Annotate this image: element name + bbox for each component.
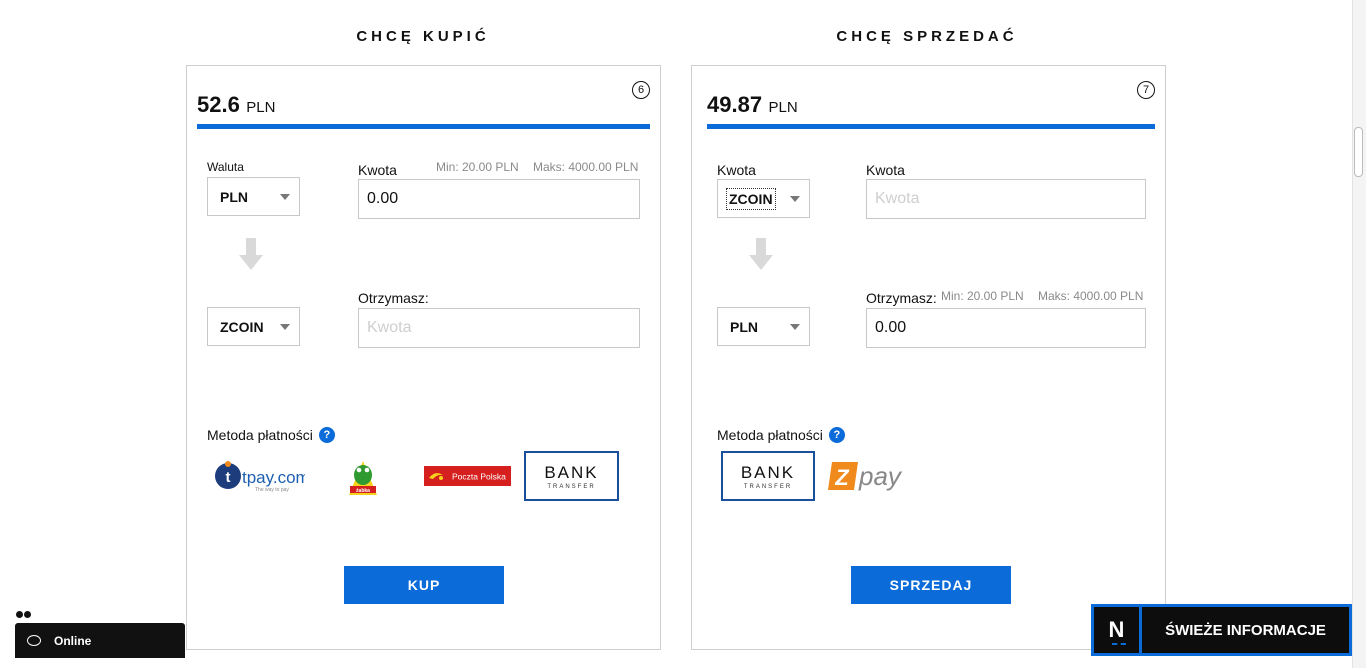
from-currency-value: PLN: [220, 188, 248, 205]
buy-panel: 6 52.6 PLN Waluta Kwota Min: 20.00 PLN M…: [186, 65, 661, 650]
news-label: ŚWIEŻE INFORMACJE: [1165, 621, 1326, 639]
caret-down-icon: [790, 324, 800, 330]
sell-price: 49.87 PLN: [707, 92, 798, 118]
receive-label: Otrzymasz:: [358, 290, 429, 306]
sell-to-currency-value: PLN: [730, 318, 758, 335]
news-logo: N: [1094, 607, 1142, 653]
zabka-text: żabka: [356, 488, 370, 494]
sell-from-currency-select[interactable]: ZCOIN: [717, 179, 810, 218]
buy-title: CHCĘ KUPIĆ: [356, 28, 490, 45]
currency-label: Waluta: [207, 160, 244, 174]
sell-price-amount: 49.87: [707, 92, 763, 117]
svg-text:t: t: [226, 469, 231, 486]
zpay-logo: Z pay: [828, 461, 903, 491]
tpay-logo: t tpay.com The way to pay: [215, 461, 305, 493]
buy-button[interactable]: KUP: [344, 566, 504, 604]
caret-down-icon: [280, 194, 290, 200]
sell-amount-label-left: Kwota: [717, 162, 756, 178]
exchange-page: CHCĘ KUPIĆ 6 52.6 PLN Waluta Kwota Min: …: [0, 0, 1366, 668]
arrow-down-icon: [239, 238, 263, 270]
poczta-polska-logo: Poczta Polska: [424, 466, 511, 486]
caret-down-icon: [280, 324, 290, 330]
chat-icon: [27, 635, 41, 646]
sell-to-currency-select[interactable]: PLN: [717, 307, 810, 346]
buy-price-currency: PLN: [246, 99, 276, 116]
sell-panel: 7 49.87 PLN Kwota Kwota ZCOIN Otrzymasz:…: [691, 65, 1166, 650]
page-scrollbar[interactable]: [1352, 0, 1366, 668]
zabka-method[interactable]: żabka: [345, 457, 381, 497]
sell-payment-method-text: Metoda płatności: [717, 427, 823, 443]
sell-min-hint: Min: 20.00 PLN: [941, 289, 1024, 303]
sell-divider: [707, 124, 1155, 129]
buy-amount-input[interactable]: [358, 179, 640, 219]
zpay-text: pay: [858, 461, 903, 491]
zpay-z: Z: [834, 465, 850, 490]
amount-label: Kwota: [358, 162, 397, 178]
sell-button[interactable]: SPRZEDAJ: [851, 566, 1011, 604]
sell-payment-method-label: Metoda płatności ?: [717, 427, 845, 443]
chat-dots-icon: [16, 611, 31, 618]
help-icon[interactable]: ?: [318, 427, 335, 443]
sell-receive-label: Otrzymasz:: [866, 290, 937, 306]
to-currency-value: ZCOIN: [220, 318, 264, 335]
transfer-text: TRANSFER: [547, 483, 596, 490]
tpay-method[interactable]: t tpay.com The way to pay: [213, 459, 305, 495]
buy-price-amount: 52.6: [197, 92, 240, 117]
tpay-tagline: The way to pay: [255, 487, 289, 493]
min-hint: Min: 20.00 PLN: [436, 160, 519, 174]
chat-status: Online: [54, 633, 92, 648]
max-hint: Maks: 4000.00 PLN: [533, 160, 639, 174]
zabka-logo: żabka: [349, 461, 377, 495]
from-currency-select[interactable]: PLN: [207, 177, 300, 216]
arrow-down-icon: [749, 238, 773, 270]
receive-input[interactable]: [358, 308, 640, 348]
bank-text: BANK: [544, 462, 599, 482]
sell-amount-input[interactable]: [866, 179, 1146, 219]
zpay-method[interactable]: Z pay: [828, 458, 916, 494]
caret-down-icon: [790, 196, 800, 202]
sell-receive-input[interactable]: [866, 308, 1146, 348]
buy-divider: [197, 124, 650, 129]
sell-from-currency-value: ZCOIN: [726, 187, 776, 210]
scrollbar-thumb[interactable]: [1354, 127, 1363, 177]
payment-method-text: Metoda płatności: [207, 427, 313, 443]
chat-online-widget[interactable]: Online: [15, 623, 185, 658]
sell-max-hint: Maks: 4000.00 PLN: [1038, 289, 1144, 303]
sell-badge: 7: [1137, 81, 1155, 99]
sell-amount-label-right: Kwota: [866, 162, 905, 178]
buy-price: 52.6 PLN: [197, 92, 275, 118]
tpay-text: tpay.com: [242, 468, 305, 487]
sell-bank-transfer-method[interactable]: BANK TRANSFER: [721, 451, 815, 501]
bank-transfer-method[interactable]: BANK TRANSFER: [524, 451, 619, 501]
help-icon[interactable]: ?: [828, 427, 845, 443]
to-currency-select[interactable]: ZCOIN: [207, 307, 300, 346]
sell-title: CHCĘ SPRZEDAĆ: [836, 28, 1018, 45]
sell-price-currency: PLN: [768, 99, 798, 116]
payment-method-label: Metoda płatności ?: [207, 427, 335, 443]
sell-transfer-text: TRANSFER: [743, 483, 793, 490]
sell-bank-text: BANK: [740, 462, 796, 482]
buy-badge: 6: [632, 81, 650, 99]
poczta-polska-method[interactable]: Poczta Polska: [424, 466, 511, 486]
poczta-text: Poczta Polska: [452, 472, 506, 482]
news-widget[interactable]: N ŚWIEŻE INFORMACJE: [1091, 604, 1352, 656]
